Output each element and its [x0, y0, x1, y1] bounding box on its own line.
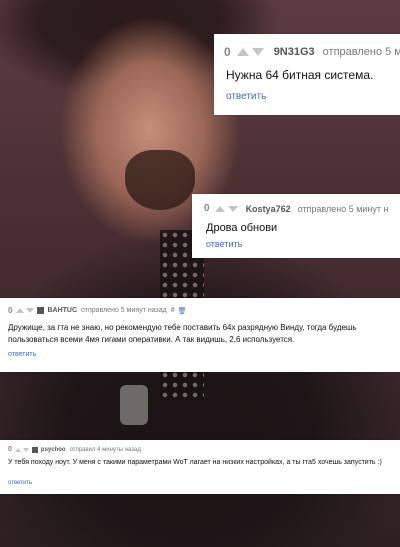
comment-text: Дружище, за гта не знаю, но рекомендую т… — [8, 323, 357, 344]
comment-author[interactable]: Kostya762 — [246, 204, 291, 214]
background-photo-watch — [120, 385, 148, 425]
comment-timestamp: отправлено 5 минут назад — [81, 307, 167, 314]
arrow-up-icon[interactable] — [14, 447, 21, 452]
reply-link[interactable]: ответить — [8, 480, 32, 486]
comment-text: У тебя походу ноут. У меня с такими пара… — [8, 459, 382, 466]
arrow-up-icon[interactable] — [236, 48, 249, 56]
comment-score: 0 — [204, 203, 210, 214]
comment-score: 0 — [8, 306, 13, 315]
link-icon[interactable]: # — [171, 307, 175, 314]
comment-author[interactable]: 9N31G3 — [274, 46, 315, 58]
comment-timestamp: отправлено 5 м — [322, 46, 400, 58]
arrow-down-icon[interactable] — [227, 205, 238, 212]
comment-card: 0 BAHTUC отправлено 5 минут назад # 🗑 Др… — [0, 298, 400, 372]
comment-card: 0 9N31G3 отправлено 5 м Нужна 64 битная … — [214, 34, 400, 115]
arrow-up-icon[interactable] — [16, 308, 25, 313]
trash-icon[interactable]: 🗑 — [178, 307, 187, 315]
comment-meta: 0 Kostya762 отправлено 5 минут н — [204, 203, 389, 214]
comment-meta: 0 BAHTUC отправлено 5 минут назад # 🗑 — [8, 306, 187, 315]
background-photo-beard — [125, 150, 195, 210]
comment-card: 0 Kostya762 отправлено 5 минут н Дрова о… — [192, 194, 400, 258]
comment-author[interactable]: BAHTUC — [47, 307, 77, 314]
arrow-up-icon[interactable] — [214, 205, 225, 212]
avatar-icon — [31, 446, 38, 453]
comment-card: 0 psychoo отправил 4 минуты назад У тебя… — [0, 440, 400, 494]
comment-score: 0 — [8, 446, 12, 453]
comment-timestamp: отправил 4 минуты назад — [69, 446, 141, 453]
comment-score: 0 — [224, 45, 231, 59]
arrow-down-icon[interactable] — [251, 48, 264, 56]
comment-text: Нужна 64 битная система. — [226, 68, 374, 82]
comment-meta: 0 9N31G3 отправлено 5 м — [224, 45, 400, 59]
avatar-icon — [37, 307, 45, 314]
arrow-down-icon[interactable] — [22, 447, 29, 452]
comment-timestamp: отправлено 5 минут н — [297, 203, 389, 214]
comment-text: Дрова обнови — [206, 222, 278, 234]
arrow-down-icon[interactable] — [26, 308, 35, 313]
reply-link[interactable]: ответить — [226, 91, 266, 102]
reply-link[interactable]: ответить — [206, 239, 242, 249]
comment-meta: 0 psychoo отправил 4 минуты назад — [8, 446, 141, 453]
reply-link[interactable]: ответить — [8, 351, 36, 358]
comment-author[interactable]: psychoo — [41, 447, 66, 453]
